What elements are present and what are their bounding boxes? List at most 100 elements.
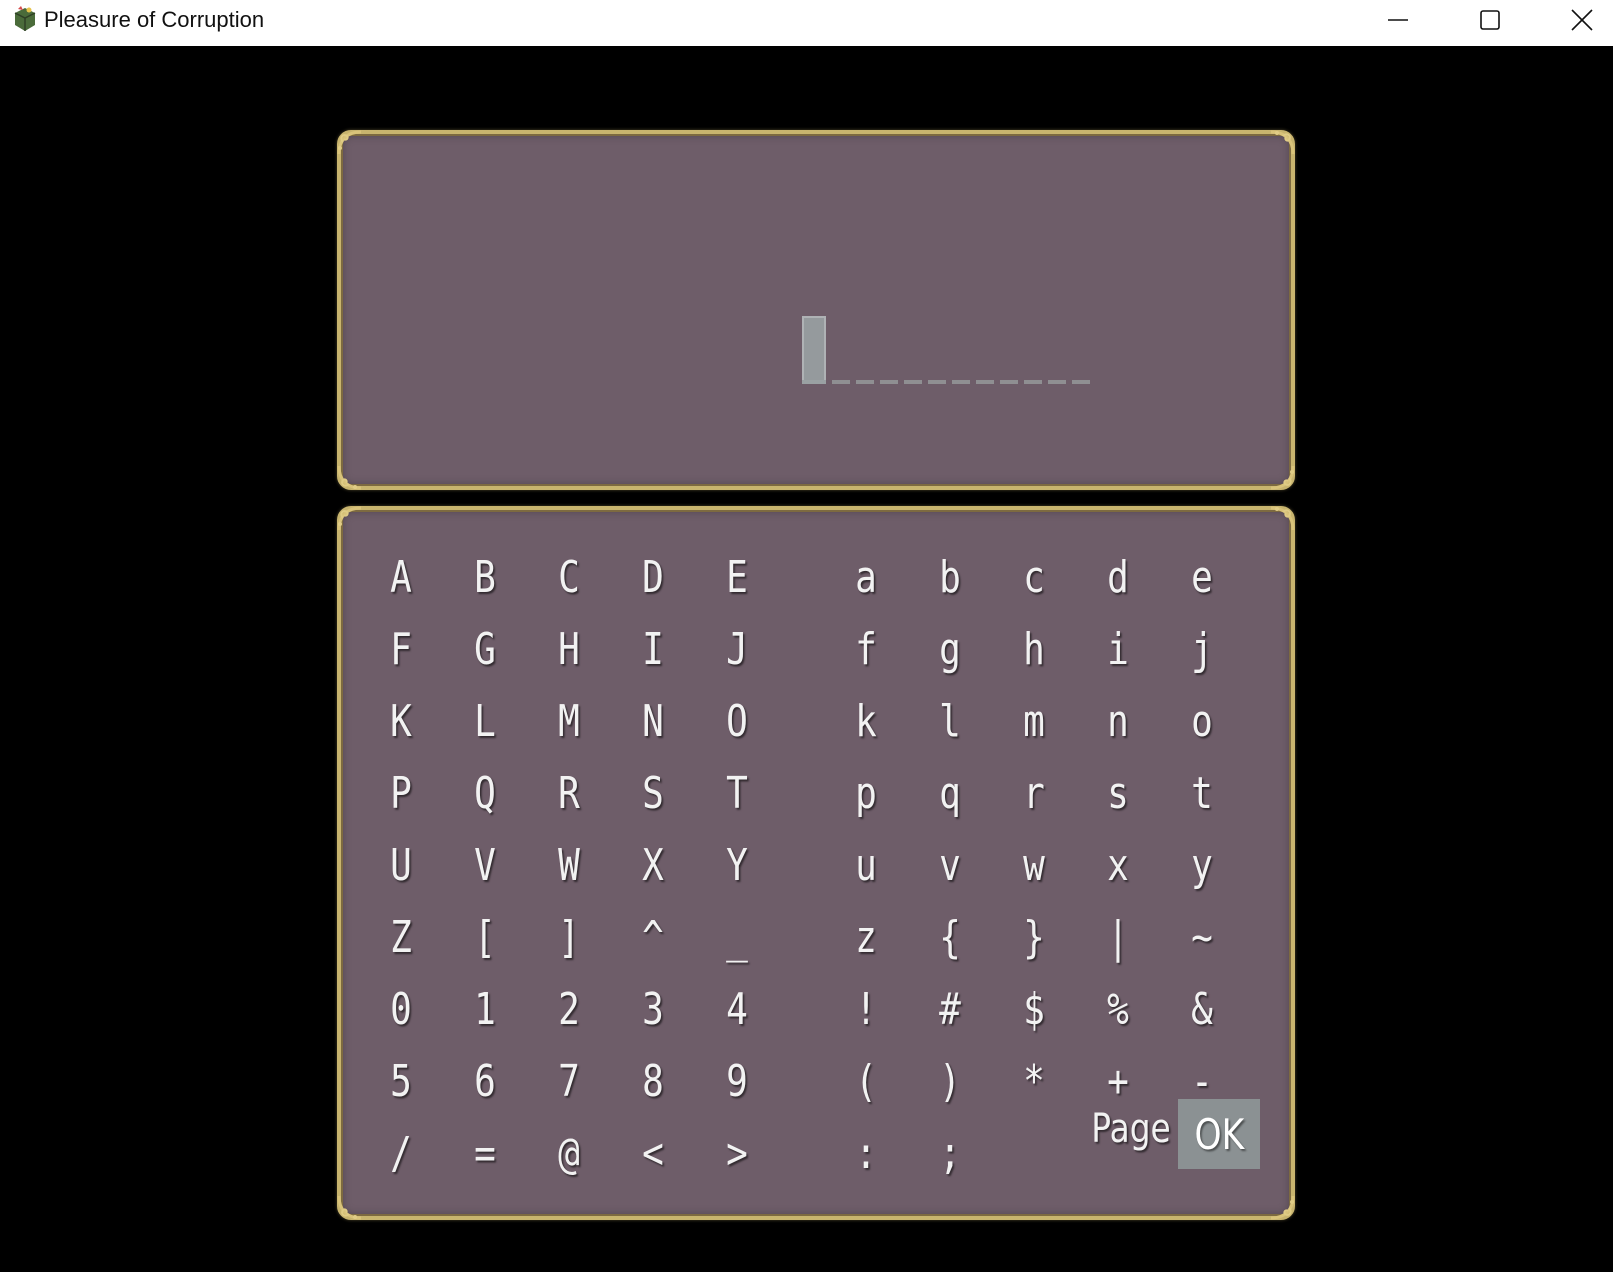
key-left-r0-c3[interactable]: D	[628, 547, 677, 607]
key-right-r6-c4[interactable]: &	[1177, 979, 1226, 1039]
name-slot	[856, 380, 874, 384]
key-right-r7-c0[interactable]: (	[841, 1051, 890, 1111]
key-left-r1-c4[interactable]: J	[712, 619, 761, 679]
key-right-r0-c2[interactable]: c	[1009, 547, 1058, 607]
key-right-r5-c2[interactable]: }	[1009, 907, 1058, 967]
name-slot	[1024, 380, 1042, 384]
key-right-r4-c0[interactable]: u	[841, 835, 890, 895]
key-right-r2-c4[interactable]: o	[1177, 691, 1226, 751]
key-right-r0-c4[interactable]: e	[1177, 547, 1226, 607]
key-left-r3-c4[interactable]: T	[712, 763, 761, 823]
key-right-r4-c1[interactable]: v	[925, 835, 974, 895]
ok-button[interactable]: OK	[1178, 1099, 1260, 1169]
key-right-r2-c0[interactable]: k	[841, 691, 890, 751]
key-left-r0-c1[interactable]: B	[460, 547, 509, 607]
key-left-r6-c4[interactable]: 4	[712, 979, 761, 1039]
key-left-r8-c4[interactable]: >	[712, 1123, 761, 1183]
key-right-r5-c0[interactable]: z	[841, 907, 890, 967]
key-left-r2-c1[interactable]: L	[460, 691, 509, 751]
key-right-r0-c3[interactable]: d	[1093, 547, 1142, 607]
key-left-r4-c0[interactable]: U	[376, 835, 425, 895]
key-left-r7-c4[interactable]: 9	[712, 1051, 761, 1111]
frame-corner-ornament	[337, 130, 362, 155]
key-left-r3-c0[interactable]: P	[376, 763, 425, 823]
key-left-r3-c2[interactable]: R	[544, 763, 593, 823]
key-right-r7-c2[interactable]: *	[1009, 1051, 1058, 1111]
key-left-r7-c2[interactable]: 7	[544, 1051, 593, 1111]
key-left-r2-c0[interactable]: K	[376, 691, 425, 751]
name-slot	[1000, 380, 1018, 384]
key-right-r4-c3[interactable]: x	[1093, 835, 1142, 895]
key-right-r4-c4[interactable]: y	[1177, 835, 1226, 895]
key-left-r8-c2[interactable]: @	[544, 1123, 593, 1183]
key-right-r2-c1[interactable]: l	[925, 691, 974, 751]
key-right-r6-c0[interactable]: !	[841, 979, 890, 1039]
key-right-r3-c4[interactable]: t	[1177, 763, 1226, 823]
key-right-r1-c1[interactable]: g	[925, 619, 974, 679]
name-display-window	[337, 130, 1295, 490]
title-bar: Pleasure of Corruption	[0, 0, 1613, 46]
key-right-r8-c0[interactable]: :	[841, 1123, 890, 1183]
key-left-r6-c2[interactable]: 2	[544, 979, 593, 1039]
key-left-r1-c3[interactable]: I	[628, 619, 677, 679]
key-right-r5-c4[interactable]: ~	[1177, 907, 1226, 967]
key-right-r1-c4[interactable]: j	[1177, 619, 1226, 679]
key-left-r2-c2[interactable]: M	[544, 691, 593, 751]
key-left-r0-c2[interactable]: C	[544, 547, 593, 607]
key-right-r8-c1[interactable]: ;	[925, 1123, 974, 1183]
key-right-r0-c0[interactable]: a	[841, 547, 890, 607]
key-left-r5-c4[interactable]: _	[712, 907, 761, 967]
key-left-r4-c1[interactable]: V	[460, 835, 509, 895]
key-left-r6-c3[interactable]: 3	[628, 979, 677, 1039]
key-right-r0-c1[interactable]: b	[925, 547, 974, 607]
key-right-r2-c3[interactable]: n	[1093, 691, 1142, 751]
key-right-r5-c1[interactable]: {	[925, 907, 974, 967]
key-left-r5-c1[interactable]: [	[460, 907, 509, 967]
key-right-r1-c3[interactable]: i	[1093, 619, 1142, 679]
key-left-r8-c1[interactable]: =	[460, 1123, 509, 1183]
key-left-r0-c0[interactable]: A	[376, 547, 425, 607]
key-left-r4-c3[interactable]: X	[628, 835, 677, 895]
key-left-r7-c0[interactable]: 5	[376, 1051, 425, 1111]
key-right-r4-c2[interactable]: w	[1009, 835, 1058, 895]
minimize-button[interactable]	[1352, 0, 1444, 40]
key-right-r3-c0[interactable]: p	[841, 763, 890, 823]
key-left-r4-c2[interactable]: W	[544, 835, 593, 895]
key-left-r3-c1[interactable]: Q	[460, 763, 509, 823]
key-left-r7-c1[interactable]: 6	[460, 1051, 509, 1111]
key-right-r6-c1[interactable]: #	[925, 979, 974, 1039]
key-left-r1-c2[interactable]: H	[544, 619, 593, 679]
frame-corner-ornament	[1270, 130, 1295, 155]
key-left-r6-c0[interactable]: 0	[376, 979, 425, 1039]
key-right-r3-c2[interactable]: r	[1009, 763, 1058, 823]
key-right-r7-c1[interactable]: )	[925, 1051, 974, 1111]
key-left-r2-c4[interactable]: O	[712, 691, 761, 751]
key-left-r8-c3[interactable]: <	[628, 1123, 677, 1183]
close-icon	[1571, 9, 1593, 31]
key-right-r6-c2[interactable]: $	[1009, 979, 1058, 1039]
key-left-r8-c0[interactable]: /	[376, 1123, 425, 1183]
page-button[interactable]: Page	[1091, 1099, 1170, 1159]
key-right-r2-c2[interactable]: m	[1009, 691, 1058, 751]
key-right-r5-c3[interactable]: |	[1093, 907, 1142, 967]
key-left-r0-c4[interactable]: E	[712, 547, 761, 607]
key-right-r3-c1[interactable]: q	[925, 763, 974, 823]
key-left-r4-c4[interactable]: Y	[712, 835, 761, 895]
maximize-button[interactable]	[1444, 0, 1536, 40]
name-slot	[904, 380, 922, 384]
key-left-r6-c1[interactable]: 1	[460, 979, 509, 1039]
key-left-r5-c2[interactable]: ]	[544, 907, 593, 967]
key-left-r3-c3[interactable]: S	[628, 763, 677, 823]
key-left-r1-c1[interactable]: G	[460, 619, 509, 679]
key-left-r1-c0[interactable]: F	[376, 619, 425, 679]
key-left-r5-c3[interactable]: ^	[628, 907, 677, 967]
key-right-r6-c3[interactable]: %	[1093, 979, 1142, 1039]
key-right-r1-c2[interactable]: h	[1009, 619, 1058, 679]
close-button[interactable]	[1536, 0, 1613, 40]
key-left-r7-c3[interactable]: 8	[628, 1051, 677, 1111]
key-right-r3-c3[interactable]: s	[1093, 763, 1142, 823]
key-left-r2-c3[interactable]: N	[628, 691, 677, 751]
key-right-r1-c0[interactable]: f	[841, 619, 890, 679]
name-slot	[976, 380, 994, 384]
key-left-r5-c0[interactable]: Z	[376, 907, 425, 967]
